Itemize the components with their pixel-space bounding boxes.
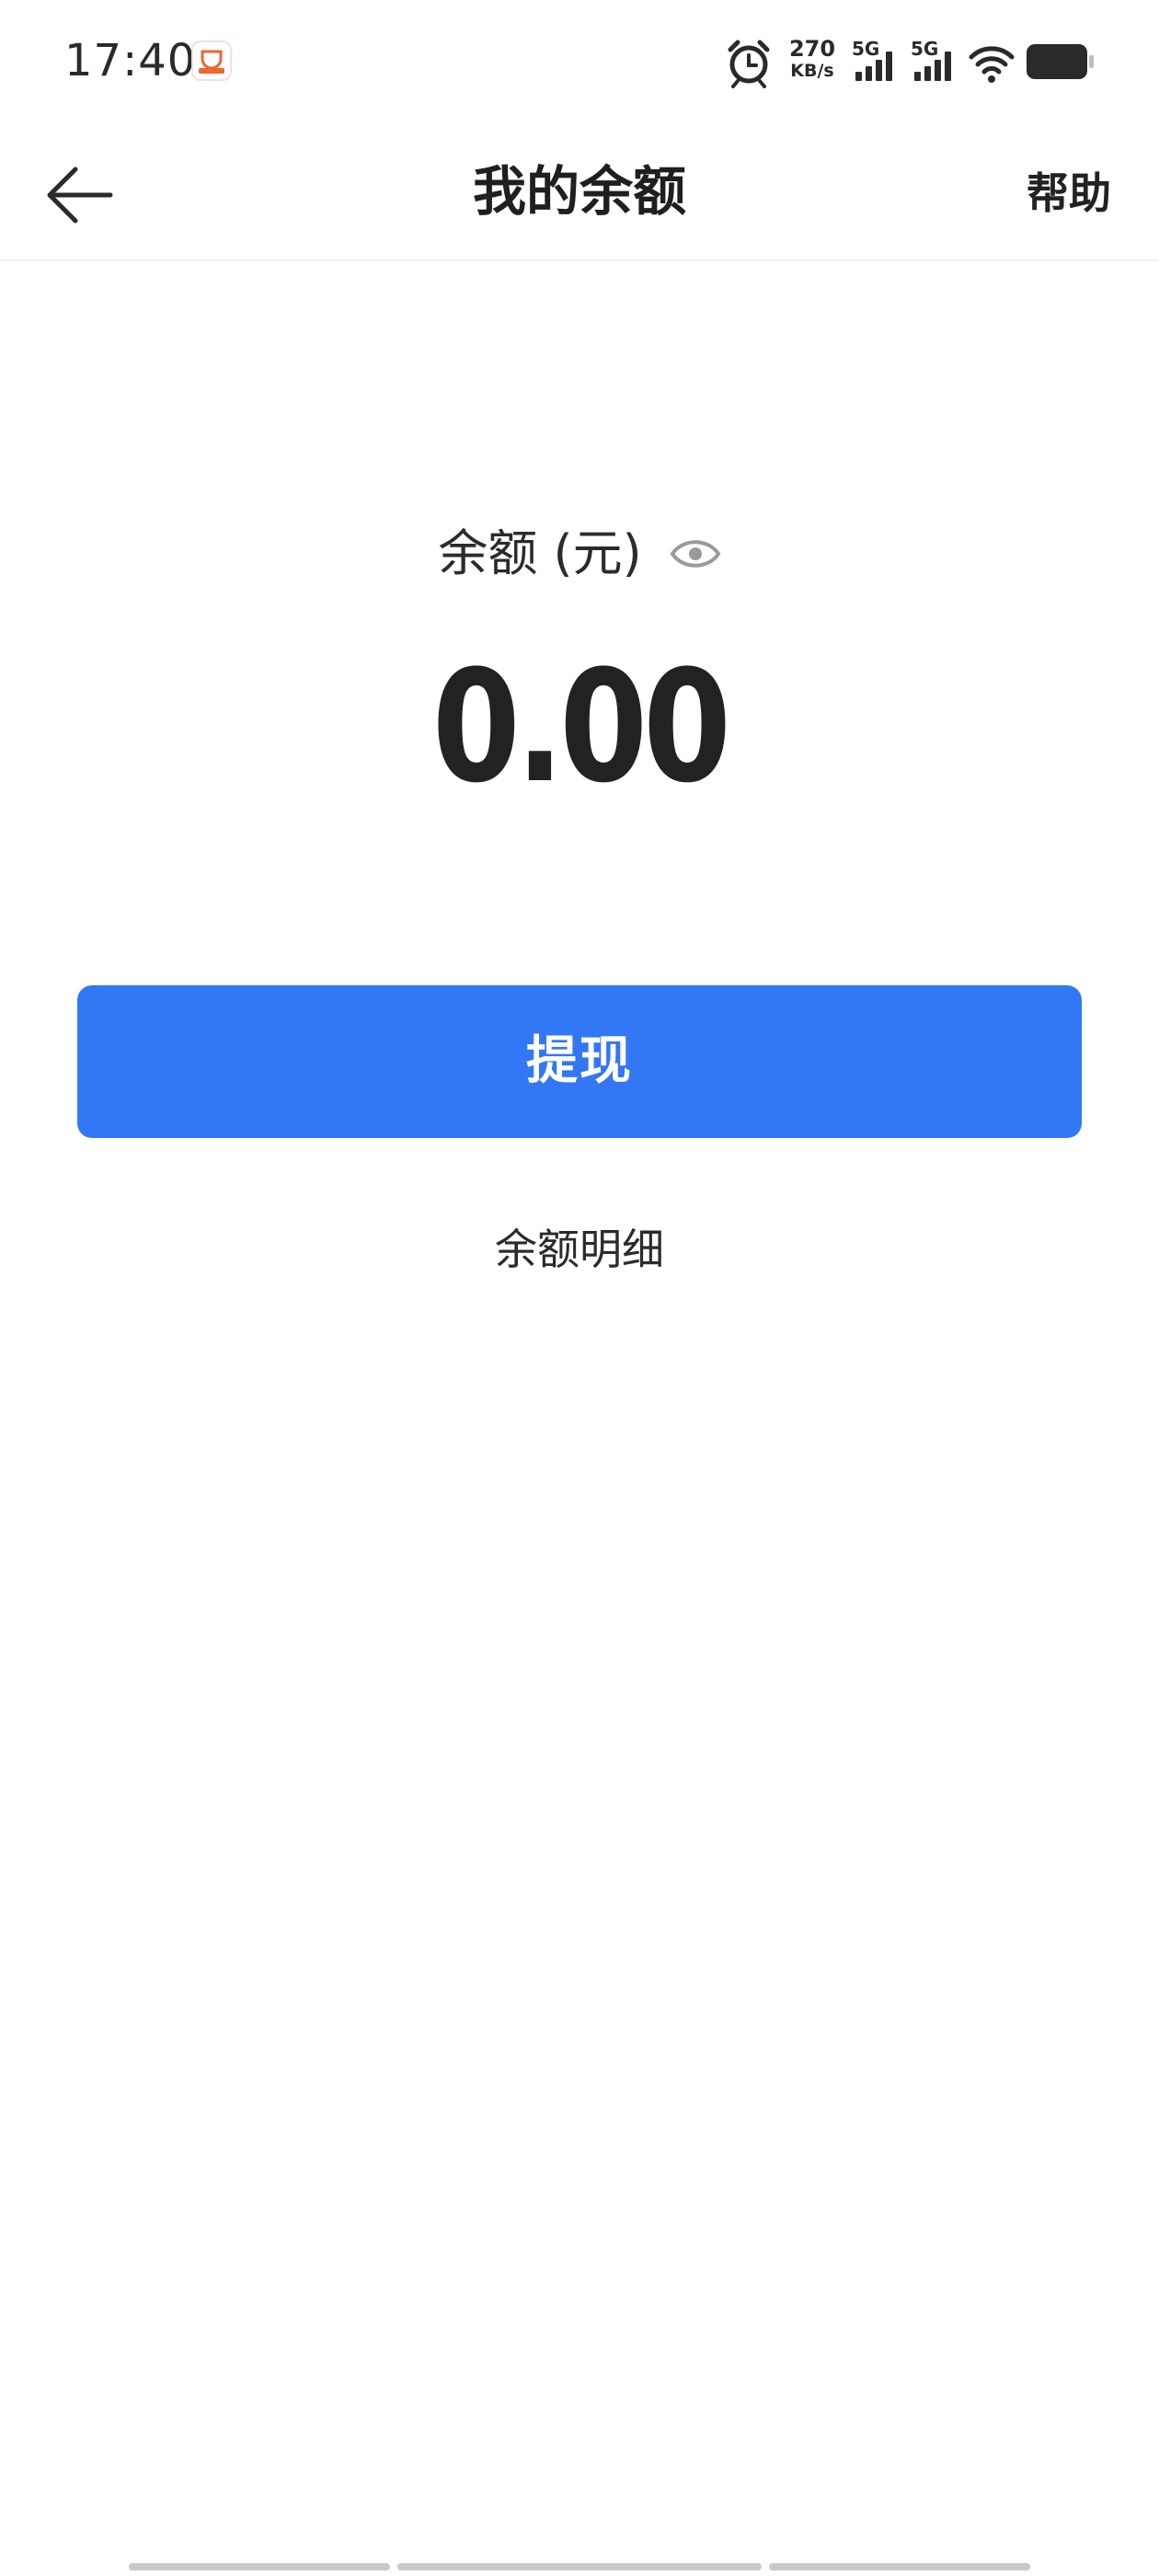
- wifi-icon: [968, 37, 1016, 88]
- gesture-bar-segment: [129, 2563, 390, 2570]
- signal-icon: 5G: [848, 37, 901, 88]
- network-speed-value: 270: [788, 36, 836, 62]
- battery-icon: [1025, 37, 1096, 88]
- network-speed-unit: KB/s: [790, 61, 834, 81]
- gesture-bar-segment: [769, 2563, 1030, 2570]
- sim2-label: 5G: [911, 38, 939, 60]
- status-bar: 17:40 270 KB/s 5G 5G: [0, 0, 1159, 125]
- signal-icon: 5G: [907, 37, 960, 88]
- balance-label: 余额 (元): [438, 524, 642, 582]
- network-speed: 270 KB/s: [784, 37, 841, 88]
- balance-label-row: 余额 (元): [0, 517, 1159, 591]
- status-time: 17:40: [64, 35, 197, 86]
- alarm-icon: [725, 37, 773, 88]
- withdraw-button[interactable]: 提现: [77, 985, 1082, 1138]
- nav-bar: 我的余额 帮助: [0, 129, 1159, 261]
- page-title: 我的余额: [472, 160, 686, 223]
- gesture-bar-segment[interactable]: [397, 2563, 762, 2570]
- eye-icon[interactable]: [670, 534, 721, 574]
- app-notification-icon: [191, 40, 232, 81]
- help-button[interactable]: 帮助: [1027, 164, 1111, 223]
- balance-amount: 0.00: [431, 637, 731, 817]
- sim1-label: 5G: [852, 38, 880, 60]
- balance-detail-link[interactable]: 余额明细: [0, 1214, 1159, 1284]
